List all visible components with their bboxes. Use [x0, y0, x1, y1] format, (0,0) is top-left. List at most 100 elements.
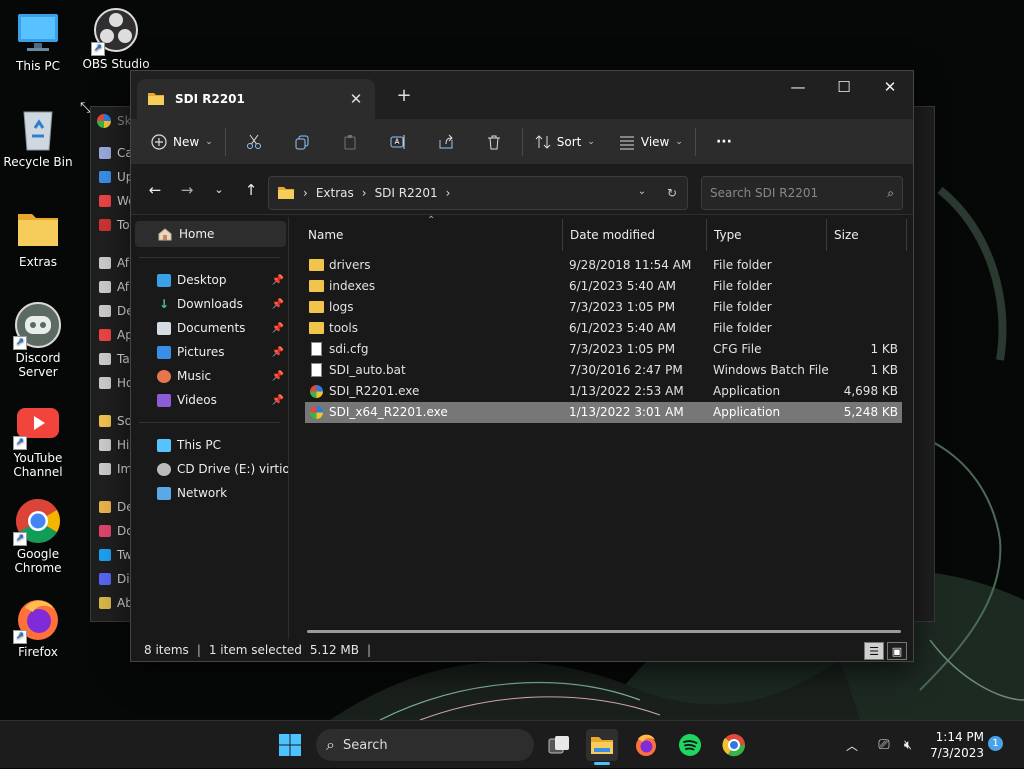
- pin-icon: 📌: [271, 274, 284, 286]
- nav-item-downloads[interactable]: ↓ Downloads 📌: [131, 292, 288, 316]
- nav-item-cd-drive[interactable]: CD Drive (E:) virtio-w: [131, 457, 288, 481]
- sort-button[interactable]: Sort ⌄: [527, 124, 603, 160]
- nav-item-this-pc[interactable]: This PC: [131, 433, 288, 457]
- nav-divider: [139, 422, 280, 423]
- trash-icon: [487, 135, 500, 149]
- desktop-icon-label: Google Chrome: [14, 547, 62, 575]
- taskbar-firefox[interactable]: [630, 729, 662, 761]
- file-list: Name Date modified Type Size ⌃ drivers 9…: [291, 215, 913, 639]
- close-tab-icon[interactable]: ✕: [347, 90, 365, 108]
- file-row[interactable]: sdi.cfg 7/3/2023 1:05 PM CFG File 1 KB: [305, 339, 902, 360]
- network-icon[interactable]: ⎚: [872, 737, 896, 753]
- nav-item-pictures[interactable]: Pictures 📌: [131, 340, 288, 364]
- chevron-right-icon: ›: [303, 186, 308, 200]
- breadcrumb-extras[interactable]: Extras: [316, 186, 354, 200]
- desktop-icon-discord[interactable]: ↗ Discord Server: [0, 302, 76, 379]
- item-count: 8 items: [144, 643, 189, 657]
- desktop-icon-label: YouTube Channel: [13, 451, 63, 479]
- menu-icon: [99, 415, 111, 427]
- clock[interactable]: 1:14 PM 7/3/2023: [912, 729, 1000, 761]
- menu-icon: [99, 171, 111, 183]
- column-header-size[interactable]: Size: [827, 219, 907, 251]
- search-box[interactable]: Search SDI R2201 ⌕: [701, 176, 903, 210]
- file-row[interactable]: logs 7/3/2023 1:05 PM File folder: [305, 297, 902, 318]
- menu-icon: [99, 147, 111, 159]
- file-row[interactable]: tools 6/1/2023 5:40 AM File folder: [305, 318, 902, 339]
- desktop-icon-label: Firefox: [18, 645, 58, 659]
- file-row[interactable]: SDI_auto.bat 7/30/2016 2:47 PM Windows B…: [305, 360, 902, 381]
- refresh-icon[interactable]: ↻: [657, 186, 687, 200]
- active-indicator: [594, 762, 610, 765]
- details-view-button[interactable]: ☰: [864, 642, 884, 660]
- maximize-button[interactable]: ☐: [821, 71, 867, 103]
- desktop-icon-obs[interactable]: ↗ OBS Studio: [78, 8, 154, 71]
- chevron-down-icon: ⌄: [675, 136, 683, 147]
- address-bar[interactable]: › Extras › SDI R2201 › ⌄ ↻: [268, 176, 688, 210]
- column-header-type[interactable]: Type: [707, 219, 827, 251]
- nav-item-documents[interactable]: Documents 📌: [131, 316, 288, 340]
- delete-button[interactable]: [470, 124, 518, 160]
- taskbar-file-explorer[interactable]: [586, 729, 618, 765]
- sort-icon: [535, 134, 551, 149]
- cut-button[interactable]: [230, 124, 278, 160]
- forward-button[interactable]: →: [171, 174, 203, 206]
- chrome-icon: ↗: [13, 498, 61, 546]
- scissors-icon: [246, 134, 261, 149]
- new-button[interactable]: New ⌄: [143, 124, 221, 160]
- nav-item-desktop[interactable]: Desktop 📌: [131, 268, 288, 292]
- minimize-button[interactable]: —: [775, 71, 821, 103]
- taskbar: ⌕ Search ︿ ⎚ 🔇︎ 1:14 PM 7/3/2023: [0, 720, 1024, 768]
- desktop-icon-this-pc[interactable]: This PC: [0, 10, 76, 73]
- ellipsis-icon: ···: [715, 133, 732, 150]
- copy-button[interactable]: [278, 124, 326, 160]
- file-row[interactable]: drivers 9/28/2018 11:54 AM File folder: [305, 255, 902, 276]
- file-row[interactable]: indexes 6/1/2023 5:40 AM File folder: [305, 276, 902, 297]
- desktop-icon-label: Extras: [19, 255, 57, 269]
- rename-button[interactable]: [374, 124, 422, 160]
- nav-item-videos[interactable]: Videos 📌: [131, 388, 288, 412]
- more-options-button[interactable]: ···: [700, 124, 748, 160]
- desktop-icon-firefox[interactable]: ↗ Firefox: [0, 596, 76, 659]
- nav-item-home[interactable]: Home: [135, 221, 286, 247]
- back-button[interactable]: ←: [139, 174, 171, 206]
- paste-button[interactable]: [326, 124, 374, 160]
- command-bar: New ⌄ Sort ⌄ View ⌄ ···: [131, 119, 913, 165]
- breadcrumb-sdi-r2201[interactable]: SDI R2201: [375, 186, 438, 200]
- taskbar-app[interactable]: [718, 729, 750, 761]
- recent-locations-button[interactable]: ⌄: [203, 174, 235, 206]
- file-row-selected[interactable]: SDI_x64_R2201.exe 1/13/2022 3:01 AM Appl…: [305, 402, 902, 423]
- start-button[interactable]: [274, 729, 306, 761]
- chevron-right-icon: ›: [445, 186, 451, 200]
- documents-icon: [157, 321, 171, 335]
- search-placeholder: Search SDI R2201: [710, 186, 819, 200]
- nav-item-network[interactable]: Network: [131, 481, 288, 505]
- menu-icon: [99, 281, 111, 293]
- taskbar-search[interactable]: ⌕ Search: [316, 729, 534, 761]
- share-button[interactable]: [422, 124, 470, 160]
- nav-item-music[interactable]: Music 📌: [131, 364, 288, 388]
- view-button[interactable]: View ⌄: [611, 124, 691, 160]
- taskbar-spotify[interactable]: [674, 729, 706, 761]
- close-button[interactable]: ✕: [867, 71, 913, 103]
- desktop-icon-youtube[interactable]: ↗ YouTube Channel: [0, 402, 76, 479]
- column-header-date[interactable]: Date modified: [563, 219, 707, 251]
- desktop-icon-chrome[interactable]: ↗ Google Chrome: [0, 498, 76, 575]
- notification-badge[interactable]: 1: [988, 736, 1003, 751]
- horizontal-scrollbar[interactable]: [307, 630, 901, 633]
- file-row[interactable]: SDI_R2201.exe 1/13/2022 2:53 AM Applicat…: [305, 381, 902, 402]
- tiles-view-button[interactable]: ▣: [887, 642, 907, 660]
- task-view-button[interactable]: [543, 729, 575, 761]
- menu-icon: [99, 329, 111, 341]
- toolbar-divider: [694, 127, 696, 156]
- file-explorer-window[interactable]: SDI R2201 ✕ + — ☐ ✕ New ⌄ Sort ⌄ View ⌄ …: [130, 70, 914, 662]
- desktop-icon-extras[interactable]: Extras: [0, 206, 76, 269]
- up-button[interactable]: ↑: [235, 174, 267, 206]
- address-dropdown-icon[interactable]: ⌄: [627, 186, 657, 200]
- desktop-icon-recycle-bin[interactable]: Recycle Bin: [0, 106, 76, 169]
- new-tab-button[interactable]: +: [393, 85, 415, 106]
- plus-circle-icon: [151, 133, 167, 150]
- tab-sdi-r2201[interactable]: SDI R2201 ✕: [137, 79, 375, 119]
- toolbar-divider: [521, 127, 523, 156]
- show-hidden-icons-button[interactable]: ︿: [840, 737, 864, 754]
- navigation-pane: Home Desktop 📌 ↓ Downloads 📌 Documents 📌 Pic…: [131, 217, 289, 639]
